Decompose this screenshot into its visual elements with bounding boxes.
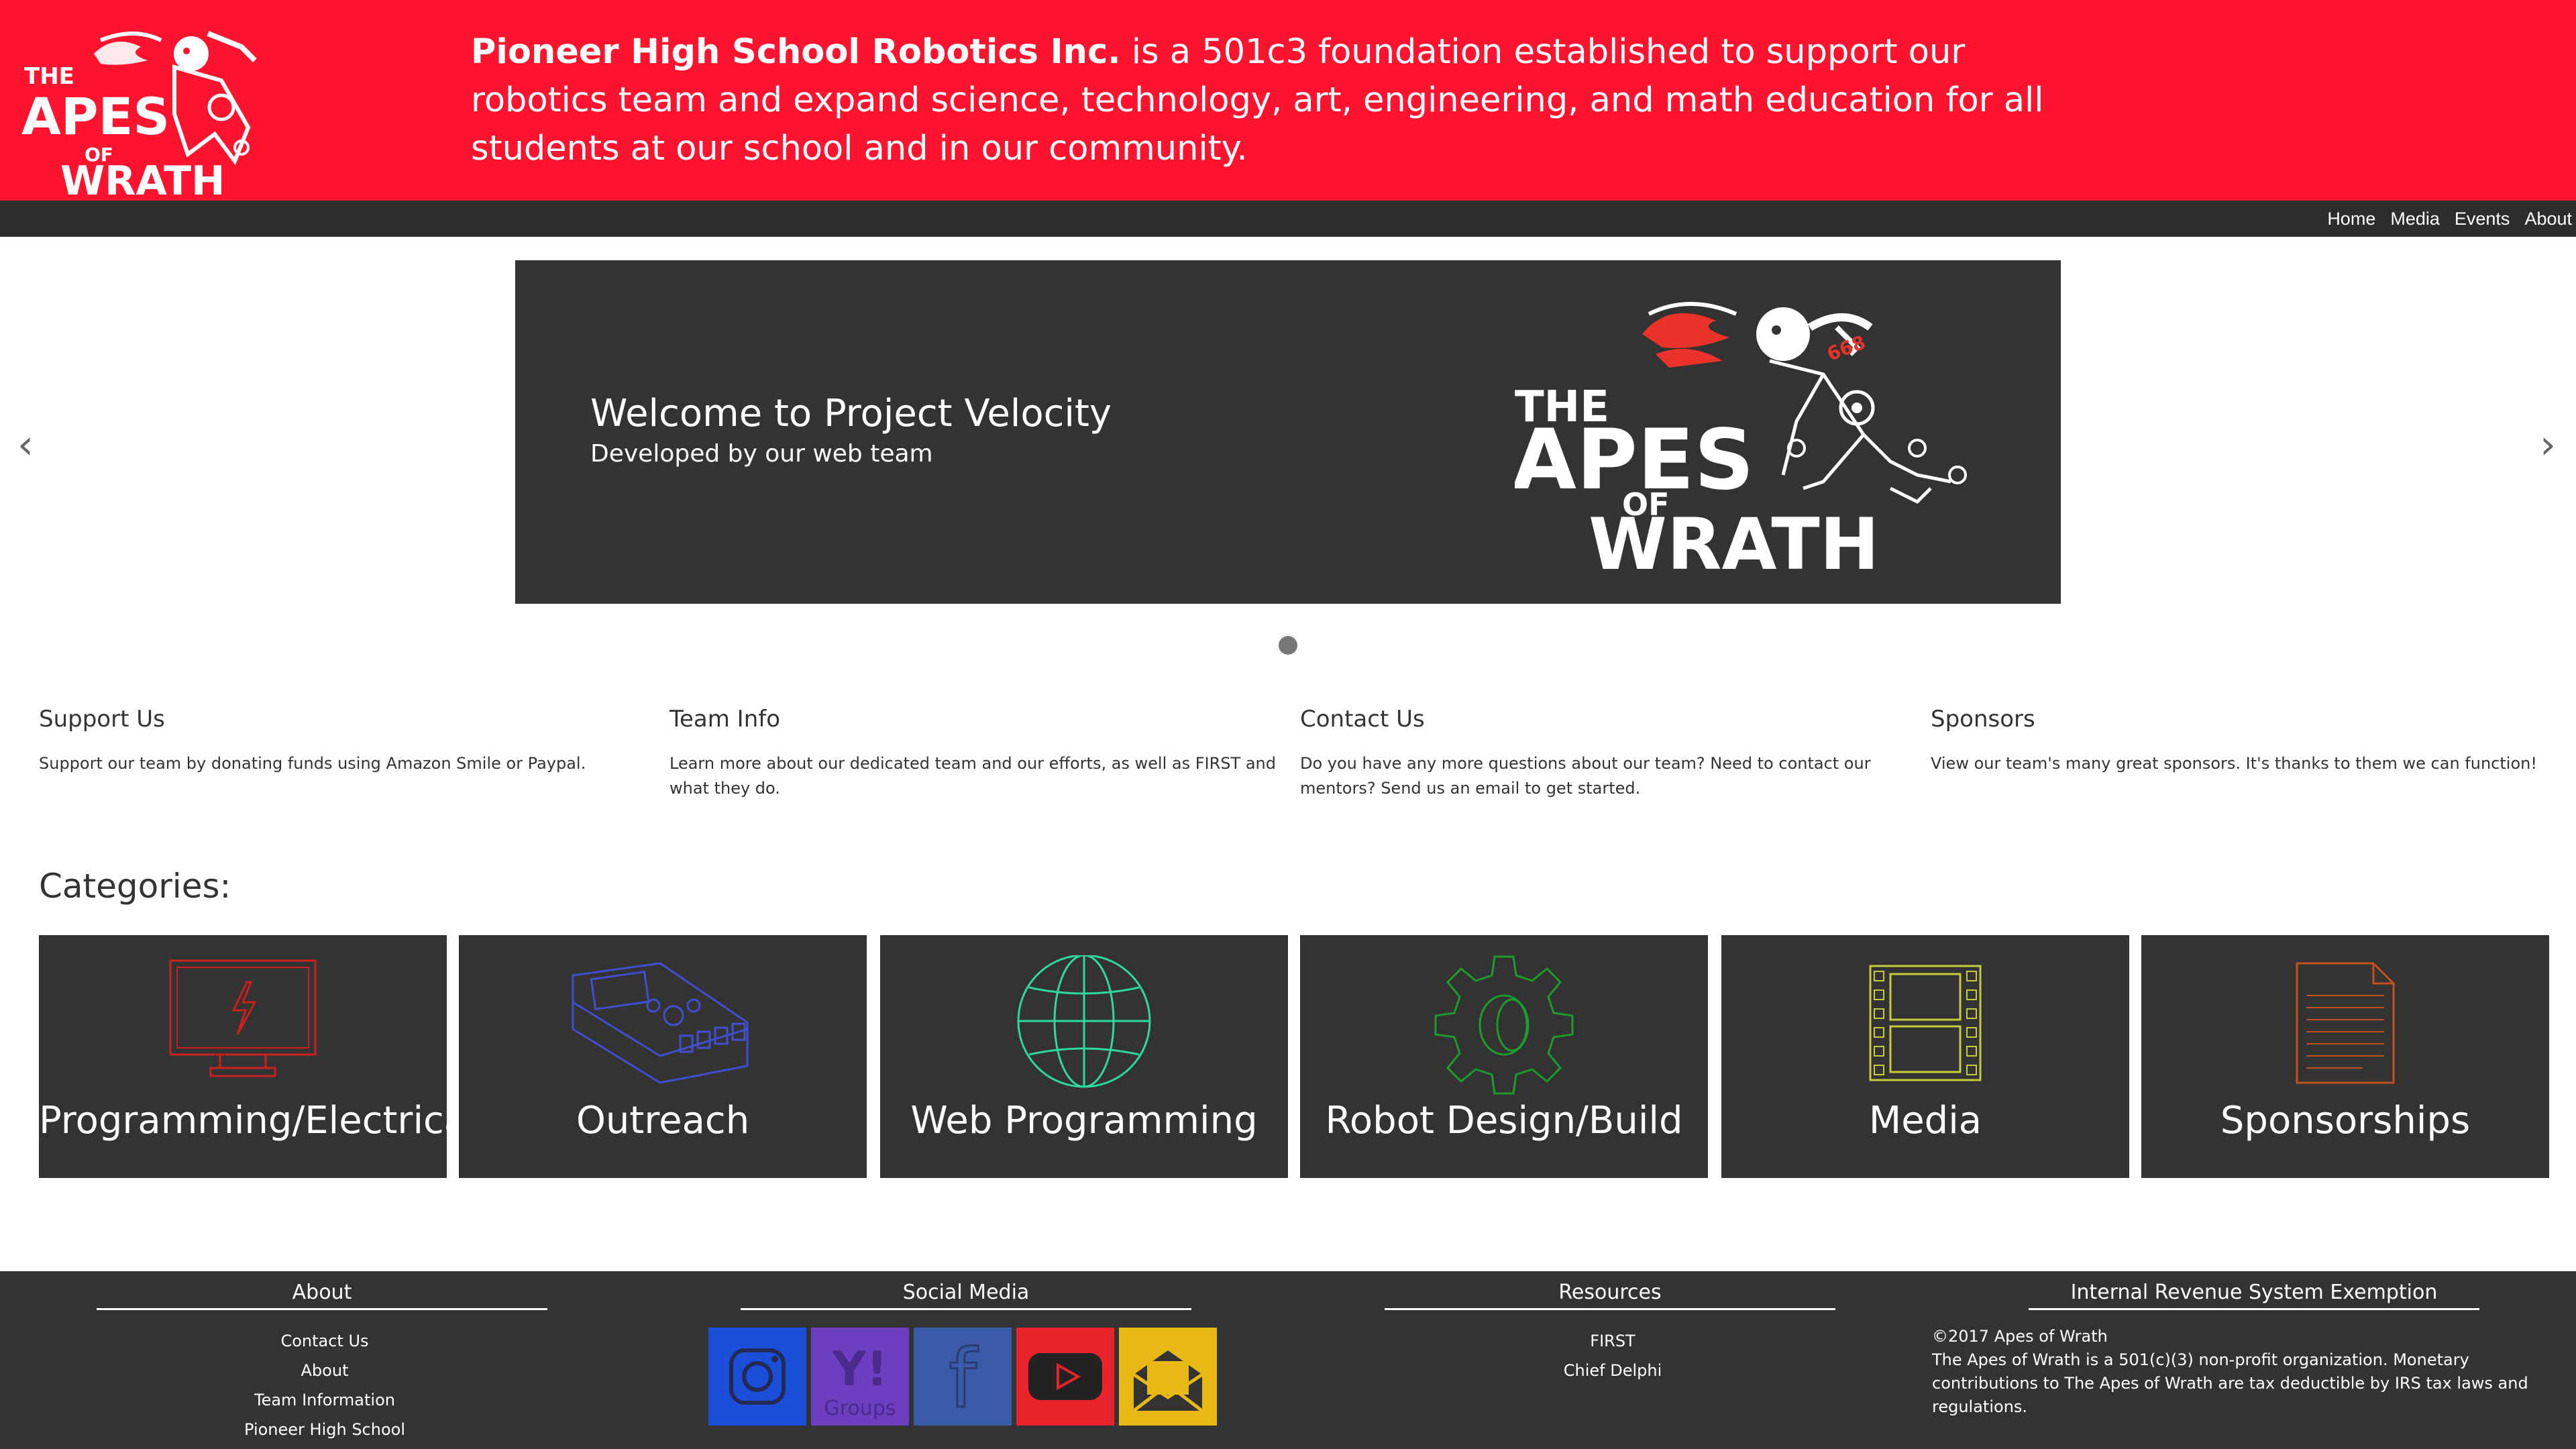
info-title[interactable]: Contact Us bbox=[1300, 706, 1911, 733]
footer-irs-heading: Internal Revenue System Exemption bbox=[2029, 1281, 2479, 1310]
slide-subtitle: Developed by our web team bbox=[590, 440, 933, 468]
info-team-info: Team Info Learn more about our dedicated… bbox=[669, 706, 1280, 801]
footer-link-chief-delphi[interactable]: Chief Delphi bbox=[1387, 1356, 1838, 1385]
category-label: Robot Design/Build bbox=[1325, 1099, 1683, 1142]
nav-events[interactable]: Events bbox=[2455, 209, 2510, 229]
groups-text: Groups bbox=[824, 1397, 896, 1420]
social-media-buttons: Y! Groups f bbox=[708, 1328, 1222, 1426]
category-label: Sponsorships bbox=[2220, 1099, 2471, 1142]
info-title[interactable]: Sponsors bbox=[1931, 706, 2541, 733]
irs-exemption-text: ©2017 Apes of Wrath The Apes of Wrath is… bbox=[1932, 1325, 2576, 1419]
facebook-text: f bbox=[949, 1333, 979, 1426]
mission-statement: Pioneer High School Robotics Inc. is a 5… bbox=[471, 28, 2081, 173]
category-web-programming[interactable]: Web Programming bbox=[880, 935, 1288, 1178]
info-desc: Do you have any more questions about our… bbox=[1300, 754, 1871, 798]
gear-icon bbox=[1434, 955, 1574, 1095]
robot-controller-icon bbox=[572, 962, 749, 1084]
info-title[interactable]: Support Us bbox=[39, 706, 649, 733]
logo-apes-text: APES bbox=[21, 87, 170, 146]
org-name: Pioneer High School Robotics Inc. bbox=[471, 32, 1121, 72]
banner-wrath-text: WRATH bbox=[1589, 503, 1879, 582]
yahoo-groups-icon: Y! Groups bbox=[824, 1342, 896, 1420]
info-desc: Learn more about our dedicated team and … bbox=[669, 754, 1276, 798]
youtube-button[interactable] bbox=[1016, 1328, 1114, 1426]
logo-the-text: THE bbox=[24, 63, 74, 90]
category-label: Web Programming bbox=[910, 1099, 1258, 1142]
nav-home[interactable]: Home bbox=[2327, 209, 2375, 229]
apes-of-wrath-logo[interactable]: THE APES OF WRATH bbox=[20, 27, 282, 201]
instagram-button[interactable] bbox=[708, 1328, 806, 1426]
category-outreach[interactable]: Outreach bbox=[459, 935, 867, 1178]
banner-team-number: 668 bbox=[1824, 331, 1868, 366]
copyright-text: ©2017 Apes of Wrath bbox=[1932, 1327, 2108, 1346]
footer-link-first[interactable]: FIRST bbox=[1387, 1326, 1838, 1356]
footer-link-pioneer-high-school[interactable]: Pioneer High School bbox=[99, 1415, 550, 1444]
footer-about-heading: About bbox=[97, 1281, 547, 1310]
info-desc: Support our team by donating funds using… bbox=[39, 754, 586, 773]
site-header: THE APES OF WRATH Pioneer High School Ro… bbox=[0, 0, 2576, 201]
film-strip-icon bbox=[1869, 965, 1982, 1081]
category-label: Media bbox=[1868, 1099, 1982, 1142]
category-label: Outreach bbox=[576, 1099, 750, 1142]
info-title[interactable]: Team Info bbox=[669, 706, 1280, 733]
yahoo-groups-button[interactable]: Y! Groups bbox=[811, 1328, 909, 1426]
footer-link-about[interactable]: About bbox=[99, 1356, 550, 1385]
carousel-prev-icon[interactable]: ‹ bbox=[17, 421, 34, 468]
yahoo-text: Y! bbox=[832, 1342, 888, 1397]
info-support-us: Support Us Support our team by donating … bbox=[39, 706, 649, 776]
monitor-lightning-icon bbox=[169, 959, 317, 1077]
nonprofit-statement: The Apes of Wrath is a 501(c)(3) non-pro… bbox=[1932, 1350, 2528, 1416]
footer-about-links: Contact Us About Team Information Pionee… bbox=[99, 1326, 550, 1444]
categories-heading: Categories: bbox=[39, 867, 231, 906]
document-icon bbox=[2296, 962, 2395, 1084]
info-desc: View our team's many great sponsors. It'… bbox=[1931, 754, 2537, 773]
nav-about[interactable]: About bbox=[2524, 209, 2572, 229]
instagram-icon bbox=[729, 1348, 786, 1405]
site-footer: About Contact Us About Team Information … bbox=[0, 1271, 2576, 1449]
facebook-icon: f bbox=[947, 1332, 979, 1426]
category-media[interactable]: Media bbox=[1721, 935, 2129, 1178]
nav-links: Home Media Events About bbox=[2312, 201, 2572, 237]
navbar: Home Media Events About bbox=[0, 201, 2576, 237]
footer-resources-heading: Resources bbox=[1385, 1281, 1835, 1310]
category-robot-design-build[interactable]: Robot Design/Build bbox=[1300, 935, 1708, 1178]
footer-resources-links: FIRST Chief Delphi bbox=[1387, 1326, 1838, 1385]
info-contact-us: Contact Us Do you have any more question… bbox=[1300, 706, 1911, 801]
carousel-next-icon[interactable]: › bbox=[2540, 421, 2556, 468]
info-sponsors: Sponsors View our team's many great spon… bbox=[1931, 706, 2541, 776]
youtube-icon bbox=[1028, 1353, 1102, 1400]
footer-link-team-information[interactable]: Team Information bbox=[99, 1385, 550, 1415]
apes-of-wrath-banner-logo: 668 THE APES OF WRATH bbox=[1515, 302, 1967, 582]
email-button[interactable] bbox=[1119, 1328, 1217, 1426]
footer-link-contact-us[interactable]: Contact Us bbox=[99, 1326, 550, 1356]
carousel-slide[interactable]: Welcome to Project Velocity Developed by… bbox=[515, 260, 2061, 604]
carousel-indicator[interactable] bbox=[1279, 636, 1297, 655]
logo-wrath-text: WRATH bbox=[60, 158, 225, 201]
mail-icon bbox=[1132, 1350, 1203, 1412]
facebook-button[interactable]: f bbox=[914, 1328, 1012, 1426]
category-sponsorships[interactable]: Sponsorships bbox=[2141, 935, 2549, 1178]
nav-media[interactable]: Media bbox=[2390, 209, 2440, 229]
globe-icon bbox=[1017, 955, 1151, 1088]
slide-title: Welcome to Project Velocity bbox=[590, 392, 1112, 435]
footer-social-heading: Social Media bbox=[741, 1281, 1191, 1310]
category-programming-electrical[interactable]: Programming/Electrical bbox=[39, 935, 478, 1178]
category-label: Programming/Electrical bbox=[39, 1099, 478, 1142]
